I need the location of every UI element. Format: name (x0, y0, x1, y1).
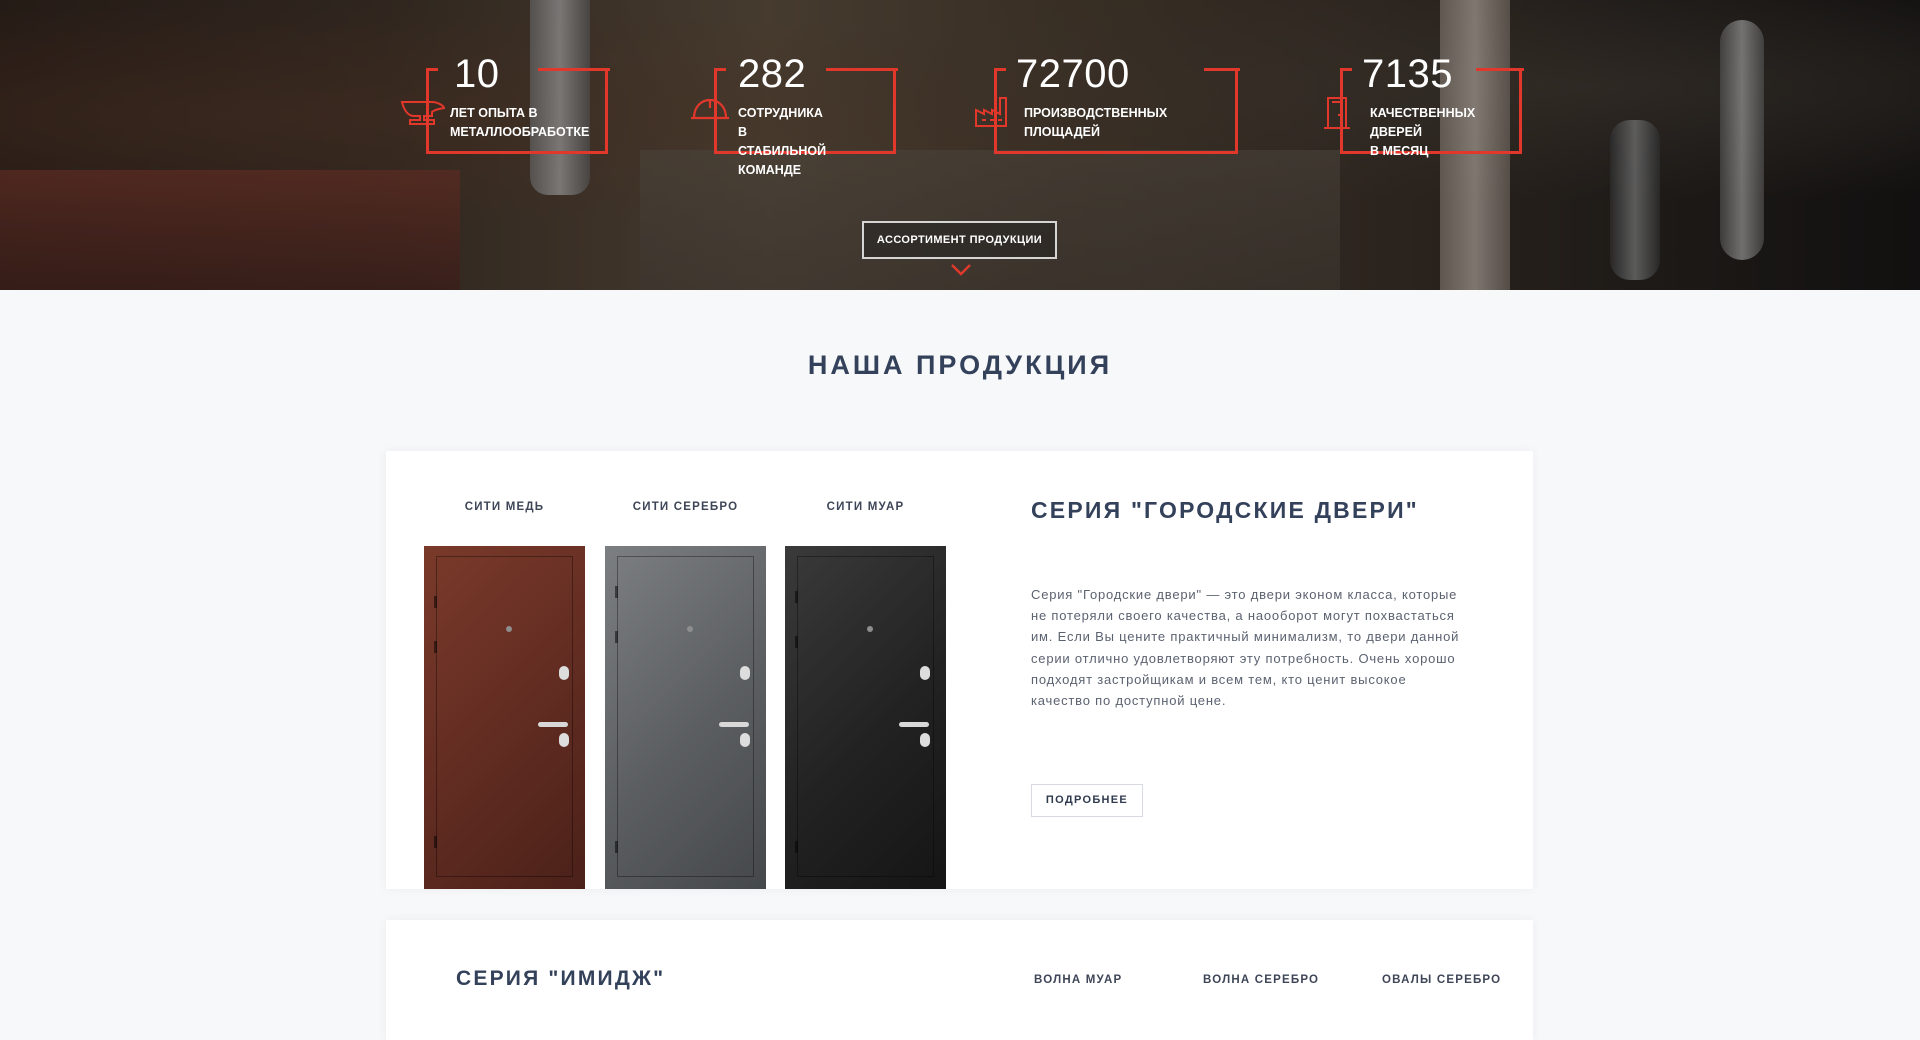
factory-icon (974, 94, 1008, 133)
anvil-icon (400, 98, 446, 131)
door-caption[interactable]: ВОЛНА МУАР (1034, 974, 1122, 986)
door-caption[interactable]: ВОЛНА СЕРЕБРО (1203, 974, 1319, 986)
hard-hat-icon (690, 96, 730, 129)
door-image-city-silver[interactable] (605, 546, 766, 889)
hero-background-floor (0, 170, 460, 290)
stat-label: СОТРУДНИКА В СТАБИЛЬНОЙ КОМАНДЕ (738, 106, 827, 177)
products-section-title: НАША ПРОДУКЦИЯ (807, 350, 1113, 380)
door-image-city-copper[interactable] (424, 546, 585, 889)
door-caption[interactable]: СИТИ МУАР (785, 501, 946, 513)
series-title: СЕРИЯ "ИМИДЖ" (456, 967, 666, 990)
stat-value: 282 (738, 52, 807, 96)
hero-banner: 10 ЛЕТ ОПЫТА В МЕТАЛЛООБРАБОТКЕ 282 СОТР… (0, 0, 1920, 290)
stat-label: ПРОИЗВОДСТВЕННЫХ ПЛОЩАДЕЙ (1024, 106, 1168, 139)
stat-label: ЛЕТ ОПЫТА В МЕТАЛЛООБРАБОТКЕ (450, 106, 590, 139)
stat-value: 10 (454, 52, 500, 96)
series-description: Серия "Городские двери" — это двери экон… (1031, 587, 1460, 709)
door-icon (1322, 96, 1352, 135)
series-card-image: СЕРИЯ "ИМИДЖ" ВОЛНА МУАР ВОЛНА СЕРЕБРО О… (386, 920, 1533, 1040)
door-image-city-moire[interactable] (785, 546, 946, 889)
series-card-city-doors: СИТИ МЕДЬ СИТИ СЕРЕБРО СИТИ МУАР СЕРИЯ "… (386, 451, 1533, 889)
door-caption[interactable]: ОВАЛЫ СЕРЕБРО (1382, 974, 1501, 986)
more-button[interactable]: ПОДРОБНЕЕ (1031, 784, 1143, 817)
door-caption[interactable]: СИТИ МЕДЬ (424, 501, 585, 513)
door-caption[interactable]: СИТИ СЕРЕБРО (605, 501, 766, 513)
stat-value: 7135 (1362, 52, 1453, 96)
assortment-button[interactable]: АССОРТИМЕНТ ПРОДУКЦИИ (862, 221, 1057, 259)
series-title: СЕРИЯ "ГОРОДСКИЕ ДВЕРИ" (1031, 497, 1419, 523)
stat-value: 72700 (1016, 52, 1130, 96)
hero-background-handle (1610, 120, 1660, 280)
stat-label: КАЧЕСТВЕННЫХ ДВЕРЕЙ В МЕСЯЦ (1370, 106, 1476, 158)
hero-background-key (1720, 20, 1764, 260)
chevron-down-icon[interactable] (950, 263, 972, 282)
